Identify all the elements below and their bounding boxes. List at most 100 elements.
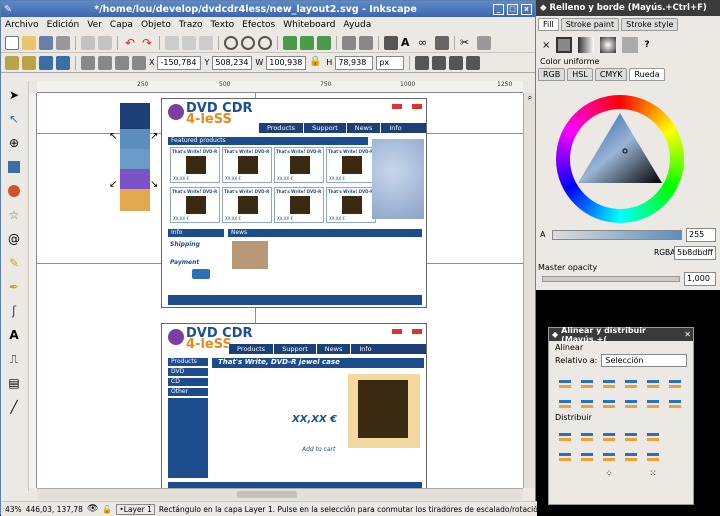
w-field[interactable]: 100,938 — [266, 55, 307, 70]
visibility-eye-icon[interactable]: 👁 — [87, 504, 98, 514]
center-vertical-axis-icon[interactable] — [601, 374, 617, 388]
fill-stroke-icon[interactable] — [384, 35, 398, 50]
alpha-field[interactable]: 255 — [686, 228, 716, 242]
swatch-dark-blue[interactable] — [120, 103, 150, 129]
product-card[interactable]: That's Write! DVD-R XX,XX € — [274, 187, 324, 223]
radial-gradient-icon[interactable] — [600, 37, 617, 53]
align-baseline-icon[interactable] — [667, 374, 683, 388]
menu-texto[interactable]: Texto — [210, 20, 234, 30]
undo-icon[interactable]: ↶ — [123, 36, 137, 50]
distribute-baseline-h-icon[interactable] — [645, 427, 661, 441]
side-nav-other[interactable]: Other — [168, 388, 208, 396]
tab-cmyk[interactable]: CMYK — [594, 68, 628, 81]
side-nav-products[interactable]: Products — [168, 358, 208, 366]
swatch-purple[interactable] — [120, 169, 150, 189]
move-patterns-icon[interactable] — [466, 55, 481, 70]
zoom-page-icon[interactable] — [258, 35, 272, 50]
nav-info[interactable]: Info — [380, 123, 409, 133]
nav-products[interactable]: Products — [228, 344, 273, 354]
layer-lock-icon[interactable]: 🔓 — [102, 505, 112, 514]
distribute-baseline-v-icon[interactable] — [645, 447, 661, 461]
lower-bottom-icon[interactable] — [132, 55, 146, 70]
menu-capa[interactable]: Capa — [110, 20, 133, 30]
duplicate-icon[interactable] — [283, 35, 297, 50]
tab-stroke-paint[interactable]: Stroke paint — [560, 18, 620, 31]
flip-horizontal-icon[interactable] — [39, 55, 53, 70]
distribute-bottom-icon[interactable] — [601, 447, 617, 461]
align-right-anchor-icon[interactable] — [557, 374, 573, 388]
product-card[interactable]: That's Write! DVD-R XX,XX € — [274, 147, 324, 183]
scale-handle-icon[interactable]: ↖ — [109, 131, 117, 142]
lower-icon[interactable] — [115, 55, 129, 70]
center-horizontal-axis-icon[interactable] — [601, 394, 617, 408]
rectangle-tool-icon[interactable] — [5, 158, 23, 176]
product-card[interactable]: That's Write! DVD-R XX,XX € — [222, 187, 272, 223]
align-left-icon[interactable] — [579, 374, 595, 388]
horizontal-scrollbar[interactable] — [37, 488, 523, 500]
opacity-slider[interactable] — [542, 276, 680, 282]
tab-rgb[interactable]: RGB — [538, 68, 566, 81]
spiral-tool-icon[interactable]: @ — [5, 230, 23, 248]
nav-support[interactable]: Support — [303, 123, 346, 133]
calligraphy-tool-icon[interactable]: ʃ — [5, 302, 23, 320]
side-nav-dvd[interactable]: DVD — [168, 368, 208, 376]
nav-news[interactable]: News — [345, 123, 381, 133]
relative-select[interactable]: Selección — [601, 354, 687, 367]
distribute-center-h-icon[interactable] — [579, 427, 595, 441]
export-icon[interactable] — [98, 35, 112, 50]
node-tool-icon[interactable]: ↖ — [5, 110, 23, 128]
menu-archivo[interactable]: Archivo — [5, 20, 39, 30]
distribute-left-icon[interactable] — [557, 427, 573, 441]
menu-objeto[interactable]: Objeto — [141, 20, 171, 30]
ungroup-icon[interactable] — [359, 35, 373, 50]
paste-icon[interactable] — [199, 35, 213, 50]
print-icon[interactable] — [56, 35, 70, 50]
flip-vertical-icon[interactable] — [56, 55, 70, 70]
align-top-anchor-icon[interactable] — [645, 394, 661, 408]
flat-color-icon[interactable] — [556, 37, 573, 53]
color-wheel[interactable] — [556, 95, 684, 223]
zoom-field[interactable]: 43% — [5, 505, 22, 514]
align-top-icon[interactable] — [579, 394, 595, 408]
align-right-icon[interactable] — [623, 374, 639, 388]
align-text-baseline-icon[interactable] — [667, 394, 683, 408]
pen-tool-icon[interactable]: ✒ — [5, 278, 23, 296]
raise-icon[interactable] — [98, 55, 112, 70]
unset-paint-icon[interactable]: ? — [644, 40, 649, 50]
scale-stroke-icon[interactable] — [415, 55, 430, 70]
maximize-button[interactable]: □ — [507, 3, 518, 15]
star-tool-icon[interactable]: ☆ — [5, 206, 23, 224]
color-triangle[interactable] — [570, 109, 670, 209]
nav-products[interactable]: Products — [258, 123, 303, 133]
connector-tool-icon[interactable]: ⎍ — [5, 350, 23, 368]
add-to-cart-link[interactable]: Add to cart — [302, 446, 335, 453]
zoom-drawing-icon[interactable] — [241, 35, 255, 50]
lock-icon[interactable]: 🔒 — [309, 56, 323, 70]
scale-handle-icon[interactable]: ↗ — [150, 131, 158, 142]
opacity-field[interactable]: 1,000 — [684, 272, 716, 286]
tab-fill[interactable]: Fill — [538, 18, 559, 31]
raise-top-icon[interactable] — [81, 55, 95, 70]
x-field[interactable]: -150,784 — [157, 55, 202, 70]
menu-trazo[interactable]: Trazo — [179, 20, 203, 30]
group-icon[interactable] — [342, 35, 356, 50]
menu-efectos[interactable]: Efectos — [242, 20, 275, 30]
preferences-icon[interactable]: ✂ — [460, 36, 474, 50]
zoom-corner-icon[interactable]: ⌕ — [525, 93, 535, 105]
nav-news[interactable]: News — [315, 344, 351, 354]
minimize-button[interactable]: _ — [493, 3, 504, 15]
clone-icon[interactable] — [300, 35, 314, 50]
distribute-gaps-h-icon[interactable] — [623, 427, 639, 441]
selector-tool-icon[interactable]: ➤ — [5, 86, 23, 104]
open-icon[interactable] — [22, 35, 36, 50]
rotate-cw-icon[interactable] — [22, 55, 36, 70]
swatch-orange[interactable] — [120, 189, 150, 211]
zoom-selection-icon[interactable] — [224, 35, 238, 50]
rgba-field[interactable]: 5b8dbdff — [674, 246, 716, 260]
gradient-tool-icon[interactable]: ▤ — [5, 374, 23, 392]
align-bottom-anchor-icon[interactable] — [557, 394, 573, 408]
menu-edicion[interactable]: Edición — [47, 20, 80, 30]
redo-icon[interactable]: ↷ — [140, 36, 154, 50]
scale-handle-icon[interactable]: ↙ — [109, 179, 117, 190]
scroll-thumb[interactable] — [237, 491, 297, 498]
